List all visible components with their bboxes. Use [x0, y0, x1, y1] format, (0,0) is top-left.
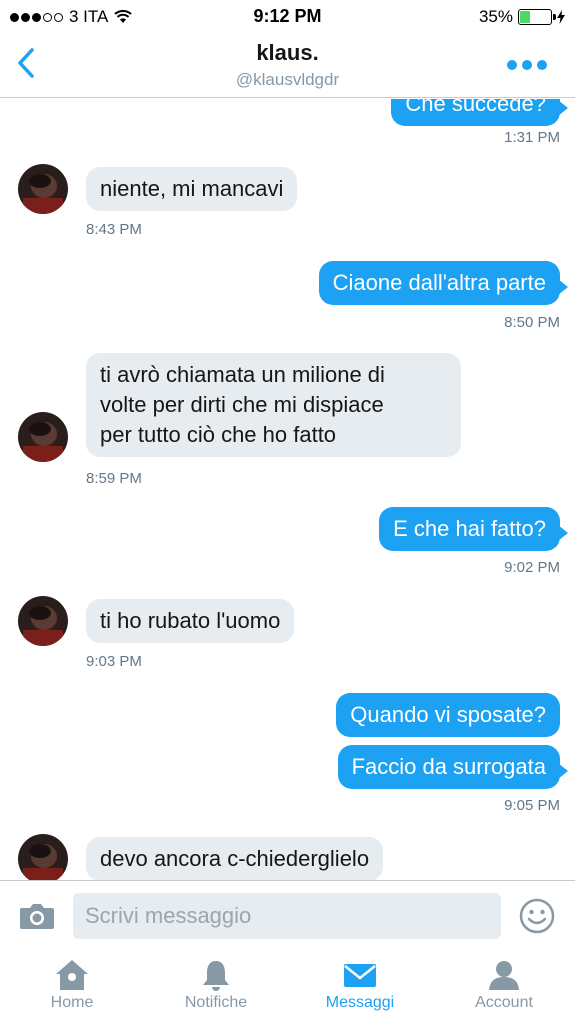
- message-text: E che hai fatto?: [393, 516, 546, 541]
- charging-bolt-icon: [557, 10, 565, 24]
- tab-label: Home: [50, 994, 94, 1011]
- tab-label: Notifiche: [184, 994, 248, 1011]
- outgoing-message[interactable]: Ciaone dall'altra parte: [318, 261, 568, 305]
- message-timestamp: 8:50 PM: [504, 314, 560, 331]
- tab-bar: Home Notifiche Messaggi Account: [0, 950, 575, 1024]
- contact-name[interactable]: klaus.: [0, 40, 575, 66]
- avatar[interactable]: [18, 164, 68, 214]
- incoming-message[interactable]: devo ancora c-chiederglielo: [86, 837, 384, 880]
- avatar[interactable]: [18, 596, 68, 646]
- message-composer: [0, 880, 575, 950]
- battery-icon: [518, 9, 556, 25]
- camera-icon[interactable]: [19, 901, 55, 931]
- message-text: devo ancora c-chiederglielo: [100, 846, 370, 871]
- more-dots-icon[interactable]: [507, 60, 547, 70]
- message-text-line: ti avrò chiamata un milione di: [100, 362, 385, 387]
- conversation-header: klaus. @klausvldgdr: [0, 34, 575, 98]
- message-thread[interactable]: Che succede? 1:31 PM niente, mi mancavi …: [0, 99, 575, 880]
- outgoing-message[interactable]: E che hai fatto?: [379, 507, 568, 551]
- message-text: ti ho rubato l'uomo: [100, 608, 281, 633]
- emoji-icon[interactable]: [519, 898, 555, 934]
- contact-handle[interactable]: @klausvldgdr: [0, 70, 575, 90]
- tab-notifications[interactable]: Notifiche: [151, 958, 281, 1012]
- outgoing-message[interactable]: Che succede?: [391, 99, 568, 126]
- message-timestamp: 9:03 PM: [86, 653, 142, 670]
- message-text: Quando vi sposate?: [350, 702, 546, 727]
- battery-level: [520, 11, 530, 23]
- avatar[interactable]: [18, 412, 68, 462]
- outgoing-message[interactable]: Faccio da surrogata: [337, 745, 568, 789]
- message-text: niente, mi mancavi: [100, 176, 284, 201]
- message-timestamp: 9:02 PM: [504, 559, 560, 576]
- message-text-line: per tutto ciò che ho fatto: [100, 422, 337, 447]
- tab-account[interactable]: Account: [439, 958, 569, 1012]
- avatar[interactable]: [18, 834, 68, 880]
- message-text-line: volte per dirti che mi dispiace: [100, 392, 384, 417]
- tab-home[interactable]: Home: [7, 958, 137, 1012]
- envelope-icon: [344, 964, 376, 987]
- message-timestamp: 8:43 PM: [86, 221, 142, 238]
- message-text: Faccio da surrogata: [351, 754, 546, 779]
- bell-icon: [203, 961, 229, 991]
- message-text: Che succede?: [405, 99, 546, 116]
- message-timestamp: 1:31 PM: [504, 129, 560, 146]
- status-bar: 3 ITA 9:12 PM 35%: [0, 0, 575, 34]
- account-icon: [489, 961, 519, 990]
- message-input[interactable]: [73, 893, 501, 939]
- battery-percent: 35%: [478, 7, 513, 26]
- outgoing-message[interactable]: Quando vi sposate?: [336, 693, 560, 737]
- battery-info: 35%: [479, 7, 565, 27]
- tab-messages[interactable]: Messaggi: [295, 958, 425, 1012]
- tab-label: Account: [475, 994, 533, 1011]
- message-timestamp: 8:59 PM: [86, 470, 142, 487]
- home-icon: [56, 960, 88, 990]
- message-timestamp: 9:05 PM: [504, 797, 560, 814]
- incoming-message[interactable]: ti avrò chiamata un milione di volte per…: [86, 353, 461, 457]
- incoming-message[interactable]: ti ho rubato l'uomo: [86, 599, 295, 643]
- message-text: Ciaone dall'altra parte: [332, 270, 546, 295]
- incoming-message[interactable]: niente, mi mancavi: [86, 167, 298, 211]
- tab-label: Messaggi: [325, 994, 395, 1011]
